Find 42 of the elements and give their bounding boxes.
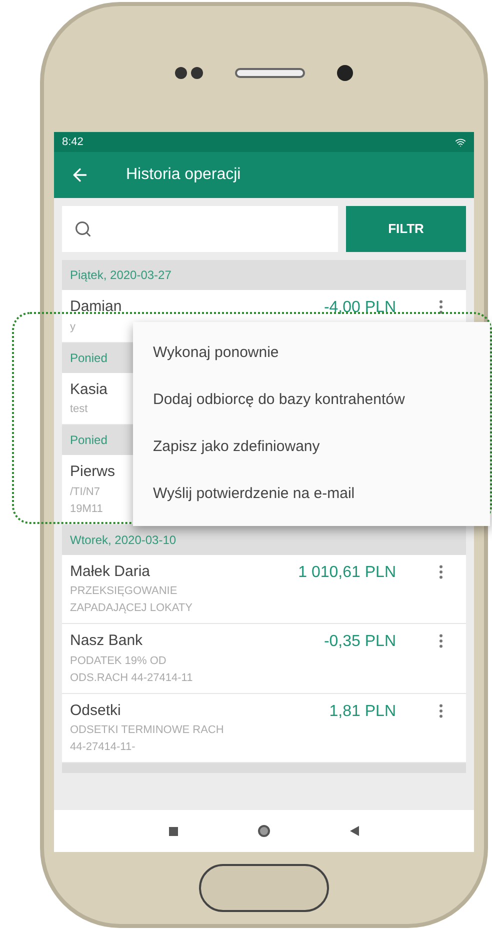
transaction-amount: -0,35 PLN [324,632,397,652]
status-time: 8:42 [62,134,84,150]
transaction-details: y [70,320,76,334]
search-field[interactable] [62,206,338,252]
date-label: Wtorek, 2020-03-10 [70,532,176,546]
transaction-name: Pierws [70,462,116,482]
transaction-details: PODATEK 19% OD [70,654,166,668]
sensor-icon [175,67,203,79]
transaction-amount: -4,00 PLN [324,298,397,318]
home-button[interactable] [199,864,329,912]
transaction-details: /TI/N7 [70,484,100,500]
wifi-icon [455,136,466,148]
transaction-name: Damian [70,297,122,317]
back-icon[interactable] [350,826,359,836]
transaction-name: Małek Daria [70,562,150,582]
date-label: Ponied [70,433,108,447]
transaction-name: Kasia [70,380,108,400]
menu-item[interactable]: Dodaj odbiorcę do bazy kontrahentów [133,377,490,424]
transaction-name: Odsetki [70,700,121,720]
recent-apps-icon[interactable] [169,826,178,836]
transaction-details: ODS.RACH 44-27414-11 [70,670,193,686]
transaction-details: 44-27414-11- [70,740,136,755]
transaction-details: test [70,402,88,417]
date-label: Ponied [70,350,108,364]
transaction-details: 19M11 [70,502,103,516]
date-label: Piątek, 2020-03-27 [70,268,172,282]
camera-icon [337,65,353,81]
home-icon[interactable] [258,825,270,837]
transaction-name: Nasz Bank [70,631,143,651]
speaker-grille [235,68,305,78]
menu-item[interactable]: Zapisz jako zdefiniowany [133,424,490,471]
transaction-details: ZAPADAJĄCEJ LOKATY [70,601,192,616]
transaction-amount: 1,81 PLN [329,702,397,722]
menu-item[interactable]: Wyślij potwierdzenie na e-mail [133,471,490,518]
transaction-row[interactable]: Nasz Bank PODATEK 19% OD ODS.RACH 44-27414-11 -0,35 PLN [62,624,466,694]
transaction-details: PRZEKSIĘGOWANIE [70,584,178,599]
filter-button[interactable]: FILTR [346,206,466,252]
transaction-amount: 1 010,61 PLN [298,562,397,582]
transaction-row[interactable]: Małek Daria PRZEKSIĘGOWANIE ZAPADAJĄCEJ LOKATY 1 010,61 PLN [62,554,466,624]
transaction-details: ODSETKI TERMINOWE RACH [70,723,224,738]
search-icon [74,220,92,238]
app-title: Historia operacji [126,165,241,185]
